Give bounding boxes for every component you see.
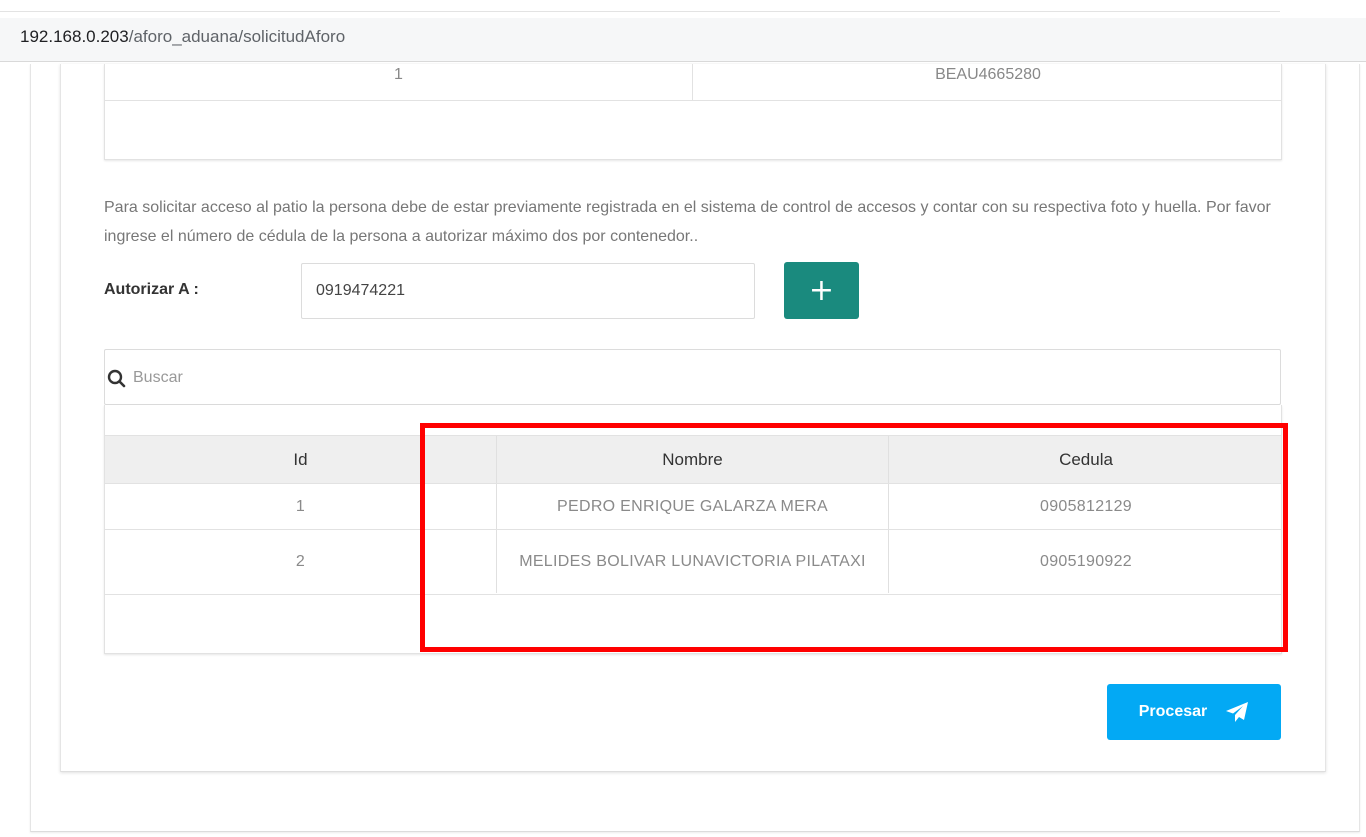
- column-header-nombre[interactable]: Nombre: [497, 436, 889, 483]
- table-row[interactable]: 2 MELIDES BOLIVAR LUNAVICTORIA PILATAXI …: [105, 530, 1281, 595]
- cell-id: 2: [105, 530, 497, 593]
- url-field[interactable]: 192.168.0.203/aforo_aduana/solicitudAfor…: [0, 18, 1366, 62]
- cell-id: 1: [105, 484, 497, 529]
- process-button[interactable]: Procesar: [1107, 684, 1281, 740]
- authorized-people-table: Id Nombre Cedula 1 PEDRO ENRIQUE GALARZA…: [104, 405, 1282, 654]
- paper-plane-icon: [1226, 702, 1249, 722]
- container-row-number: 1: [105, 64, 693, 101]
- cell-cedula: 0905812129: [1040, 497, 1132, 515]
- instructions-text: Para solicitar acceso al patio la person…: [104, 199, 1271, 245]
- column-header-id[interactable]: Id: [105, 436, 497, 483]
- browser-address-bar: 192.168.0.203/aforo_aduana/solicitudAfor…: [0, 0, 1366, 64]
- search-icon: [107, 369, 126, 388]
- table-row: 1 BEAU4665280: [105, 64, 1281, 101]
- table-header: Id Nombre Cedula: [105, 435, 1281, 484]
- add-person-button[interactable]: +: [784, 262, 859, 319]
- url-host: 192.168.0.203: [20, 27, 129, 46]
- browser-top-strip: [0, 0, 1280, 12]
- plus-icon: +: [808, 272, 835, 308]
- cell-cedula: 0905190922: [1040, 552, 1132, 570]
- search-input[interactable]: [131, 360, 1231, 396]
- url-path: /aforo_aduana/solicitudAforo: [128, 27, 346, 46]
- search-box: [104, 349, 1281, 405]
- cell-nombre: PEDRO ENRIQUE GALARZA MERA: [497, 484, 889, 529]
- column-header-cedula[interactable]: Cedula: [889, 436, 1283, 483]
- container-table: 1 BEAU4665280: [104, 64, 1282, 160]
- authorize-cedula-input[interactable]: [301, 263, 755, 319]
- authorize-label: Autorizar A :: [104, 281, 199, 298]
- process-button-label: Procesar: [1138, 703, 1208, 720]
- cell-nombre: MELIDES BOLIVAR LUNAVICTORIA PILATAXI: [497, 530, 889, 593]
- container-id: BEAU4665280: [935, 66, 1041, 83]
- table-row[interactable]: 1 PEDRO ENRIQUE GALARZA MERA 0905812129: [105, 484, 1281, 530]
